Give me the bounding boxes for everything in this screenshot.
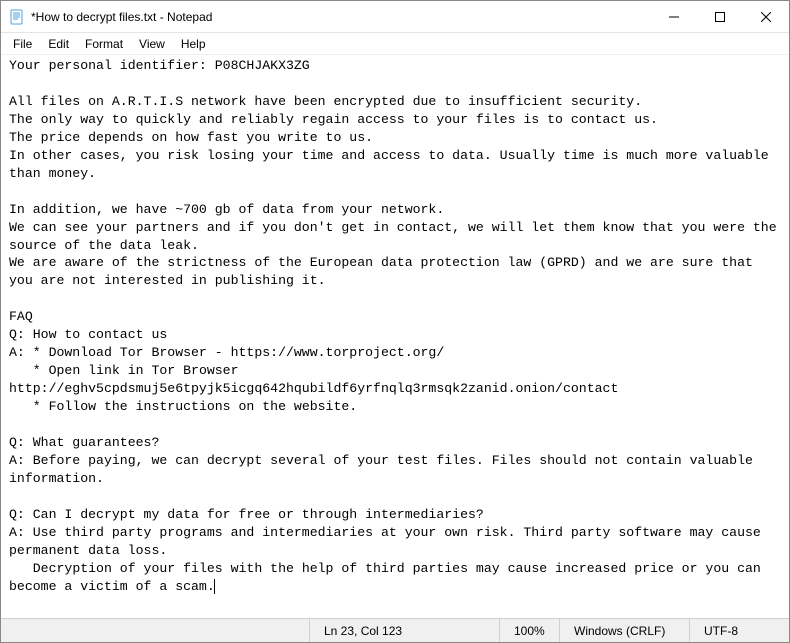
maximize-button[interactable] (697, 1, 743, 32)
notepad-icon (9, 9, 25, 25)
menubar: File Edit Format View Help (1, 33, 789, 55)
status-zoom: 100% (499, 619, 559, 642)
statusbar: Ln 23, Col 123 100% Windows (CRLF) UTF-8 (1, 618, 789, 642)
document-text: Your personal identifier: P08CHJAKX3ZG A… (9, 58, 785, 594)
status-position: Ln 23, Col 123 (309, 619, 499, 642)
close-button[interactable] (743, 1, 789, 32)
menu-help[interactable]: Help (173, 35, 214, 53)
minimize-button[interactable] (651, 1, 697, 32)
menu-edit[interactable]: Edit (40, 35, 77, 53)
text-area[interactable]: Your personal identifier: P08CHJAKX3ZG A… (1, 55, 789, 618)
notepad-window: *How to decrypt files.txt - Notepad File… (0, 0, 790, 643)
text-caret (214, 579, 215, 594)
titlebar: *How to decrypt files.txt - Notepad (1, 1, 789, 33)
status-encoding: UTF-8 (689, 619, 789, 642)
status-eol: Windows (CRLF) (559, 619, 689, 642)
window-controls (651, 1, 789, 32)
menu-format[interactable]: Format (77, 35, 131, 53)
menu-file[interactable]: File (5, 35, 40, 53)
menu-view[interactable]: View (131, 35, 173, 53)
window-title: *How to decrypt files.txt - Notepad (31, 10, 651, 24)
